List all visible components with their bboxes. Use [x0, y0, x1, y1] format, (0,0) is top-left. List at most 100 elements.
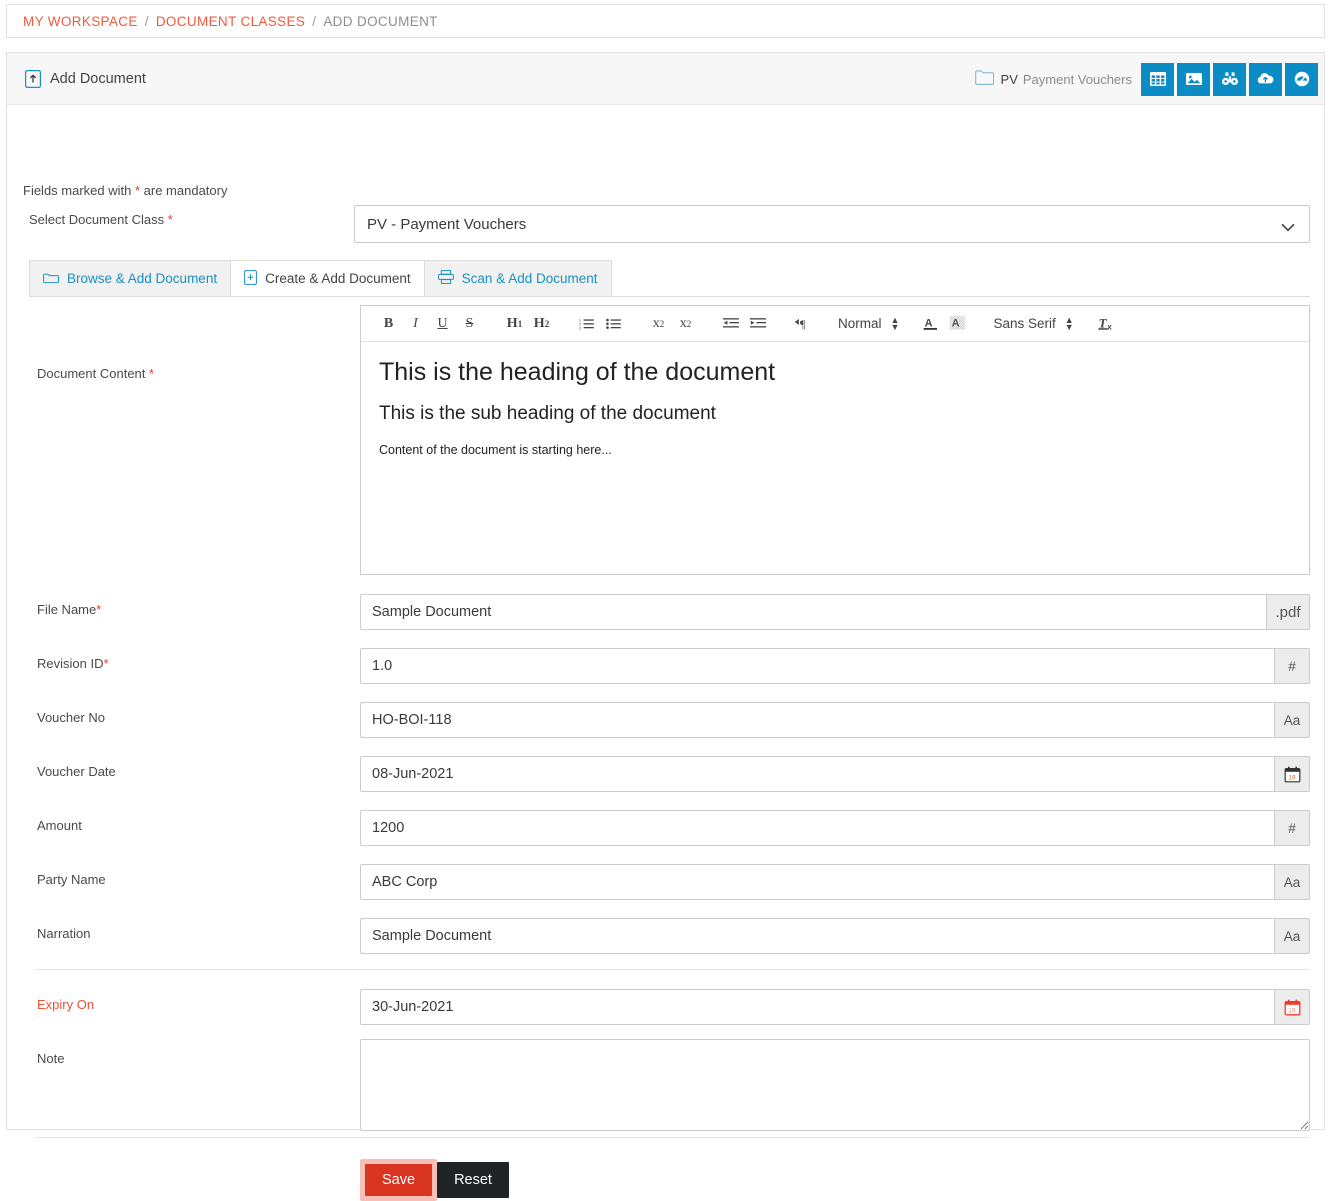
tab-label: Create & Add Document [265, 271, 411, 286]
add-document-page: MY WORKSPACE / DOCUMENT CLASSES / ADD DO… [0, 0, 1331, 1201]
document-content-editor: B I U S H1 H2 1 2 3 x 2 x 2 ¶ Normal ▲ ▼… [360, 305, 1310, 575]
label-revision-id: Revision ID* [37, 656, 109, 671]
tab-create-add-document[interactable]: Create & Add Document [231, 260, 425, 296]
editor-toolbar: B I U S H1 H2 1 2 3 x 2 x 2 ¶ Normal ▲ ▼… [361, 306, 1309, 342]
svg-text:3: 3 [579, 326, 581, 330]
svg-text:¶: ¶ [800, 317, 806, 330]
field-voucher-date: 19 [360, 756, 1310, 792]
voucher-no-input[interactable] [360, 702, 1274, 738]
binoculars-search-icon[interactable] [1213, 62, 1246, 96]
required-asterisk: * [96, 602, 102, 617]
background-color-icon[interactable]: A [944, 309, 971, 339]
folder-name: Payment Vouchers [1022, 71, 1132, 87]
superscript-button[interactable]: x2 [672, 309, 699, 339]
underline-button[interactable]: U [429, 309, 456, 339]
svg-text:19: 19 [1288, 774, 1296, 781]
folder-icon [974, 70, 994, 88]
add-document-card: Add Document PV Payment Vouchers Fields … [6, 52, 1325, 1201]
breadcrumb-separator: / [312, 13, 317, 29]
cloud-upload-icon[interactable] [1249, 62, 1282, 96]
outdent-icon[interactable] [717, 309, 744, 339]
revision-id-input[interactable] [360, 648, 1274, 684]
strikethrough-button[interactable]: S [456, 309, 483, 339]
form-actions: Save Reset [360, 1159, 509, 1201]
create-doc-icon [244, 269, 257, 288]
narration-input[interactable] [360, 918, 1274, 954]
block-format-dropdown[interactable]: Normal ▲ ▼ [838, 315, 899, 331]
label-expiry-on: Expiry On [37, 997, 95, 1012]
grid-view-icon[interactable] [1141, 62, 1174, 96]
tab-label: Scan & Add Document [461, 271, 598, 286]
text-type-suffix[interactable]: Aa [1274, 702, 1310, 738]
breadcrumb-item-my-workspace[interactable]: MY WORKSPACE [23, 14, 138, 29]
chevron-updown-icon: ▲ ▼ [1064, 314, 1074, 332]
text-type-suffix[interactable]: Aa [1274, 864, 1310, 900]
document-class-value: PV - Payment Vouchers [367, 215, 527, 233]
tab-scan-add-document[interactable]: Scan & Add Document [424, 260, 612, 296]
file-extension-suffix[interactable]: .pdf [1266, 594, 1310, 630]
field-party-name: Aa [360, 864, 1310, 900]
field-narration: Aa [360, 918, 1310, 954]
field-voucher-no: Aa [360, 702, 1310, 738]
mandatory-note: Fields marked with * are mandatory [23, 183, 227, 198]
save-button[interactable]: Save [365, 1164, 433, 1196]
editor-content-area[interactable]: This is the heading of the document This… [361, 342, 1309, 473]
indent-icon[interactable] [744, 309, 771, 339]
document-class-select[interactable]: PV - Payment Vouchers [354, 205, 1310, 243]
calendar-icon[interactable]: 19 [1274, 756, 1310, 792]
required-asterisk: * [149, 366, 155, 381]
document-heading: This is the heading of the document [379, 358, 776, 386]
document-source-tabs: Browse & Add Document Create & Add Docum… [29, 260, 612, 296]
heading-1-button[interactable]: H1 [501, 309, 528, 339]
label-voucher-date: Voucher Date [37, 764, 116, 779]
clear-format-icon[interactable]: T x [1094, 309, 1121, 339]
subscript-button[interactable]: x2 [645, 309, 672, 339]
label-party-name: Party Name [37, 872, 106, 887]
breadcrumb-item-document-classes[interactable]: DOCUMENT CLASSES [156, 14, 305, 29]
mandatory-note-suffix: are mandatory [140, 183, 228, 198]
field-expiry-on: 19 [360, 989, 1310, 1025]
file-name-input[interactable] [360, 594, 1266, 630]
gallery-view-icon[interactable] [1177, 62, 1210, 96]
expiry-on-input[interactable] [360, 989, 1274, 1025]
calendar-icon-red[interactable]: 19 [1274, 989, 1310, 1025]
tabs-underline [29, 296, 1310, 297]
reset-button[interactable]: Reset [437, 1162, 509, 1198]
save-button-focus-ring: Save [360, 1159, 438, 1201]
folder-code: PV [1000, 71, 1018, 87]
amount-input[interactable] [360, 810, 1274, 846]
current-folder-chip[interactable]: PV Payment Vouchers [974, 70, 1132, 88]
ordered-list-icon[interactable]: 1 2 3 [573, 309, 600, 339]
field-file-name: .pdf [360, 594, 1310, 630]
voucher-date-input[interactable] [360, 756, 1274, 792]
font-family-dropdown[interactable]: Sans Serif ▲ ▼ [993, 314, 1074, 332]
label-voucher-no: Voucher No [37, 710, 105, 725]
svg-text:A: A [952, 317, 960, 329]
font-color-icon[interactable]: A [917, 309, 944, 339]
svg-text:x: x [1107, 323, 1112, 332]
text-type-suffix[interactable]: Aa [1274, 918, 1310, 954]
dashboard-gauge-icon[interactable] [1285, 62, 1318, 96]
section-divider [35, 969, 1310, 970]
mandatory-note-prefix: Fields marked with [23, 183, 135, 198]
text-direction-icon[interactable]: ¶ [789, 309, 816, 339]
tab-browse-add-document[interactable]: Browse & Add Document [29, 260, 232, 296]
number-type-suffix[interactable]: # [1274, 648, 1310, 684]
section-divider [35, 1137, 1310, 1138]
label-document-content: Document Content * [37, 366, 155, 381]
required-asterisk: * [103, 656, 109, 671]
svg-text:19: 19 [1288, 1007, 1296, 1014]
bold-button[interactable]: B [375, 309, 402, 339]
number-type-suffix[interactable]: # [1274, 810, 1310, 846]
label-file-name: File Name* [37, 602, 102, 617]
heading-2-button[interactable]: H2 [528, 309, 555, 339]
bullet-list-icon[interactable] [600, 309, 627, 339]
header-actions: PV Payment Vouchers [974, 53, 1324, 105]
label-narration: Narration [37, 926, 91, 941]
party-name-input[interactable] [360, 864, 1274, 900]
page-title: Add Document [50, 70, 146, 87]
breadcrumb: MY WORKSPACE / DOCUMENT CLASSES / ADD DO… [6, 4, 1325, 38]
upload-box-icon [25, 69, 41, 88]
note-textarea[interactable] [360, 1039, 1310, 1131]
italic-button[interactable]: I [402, 309, 429, 339]
